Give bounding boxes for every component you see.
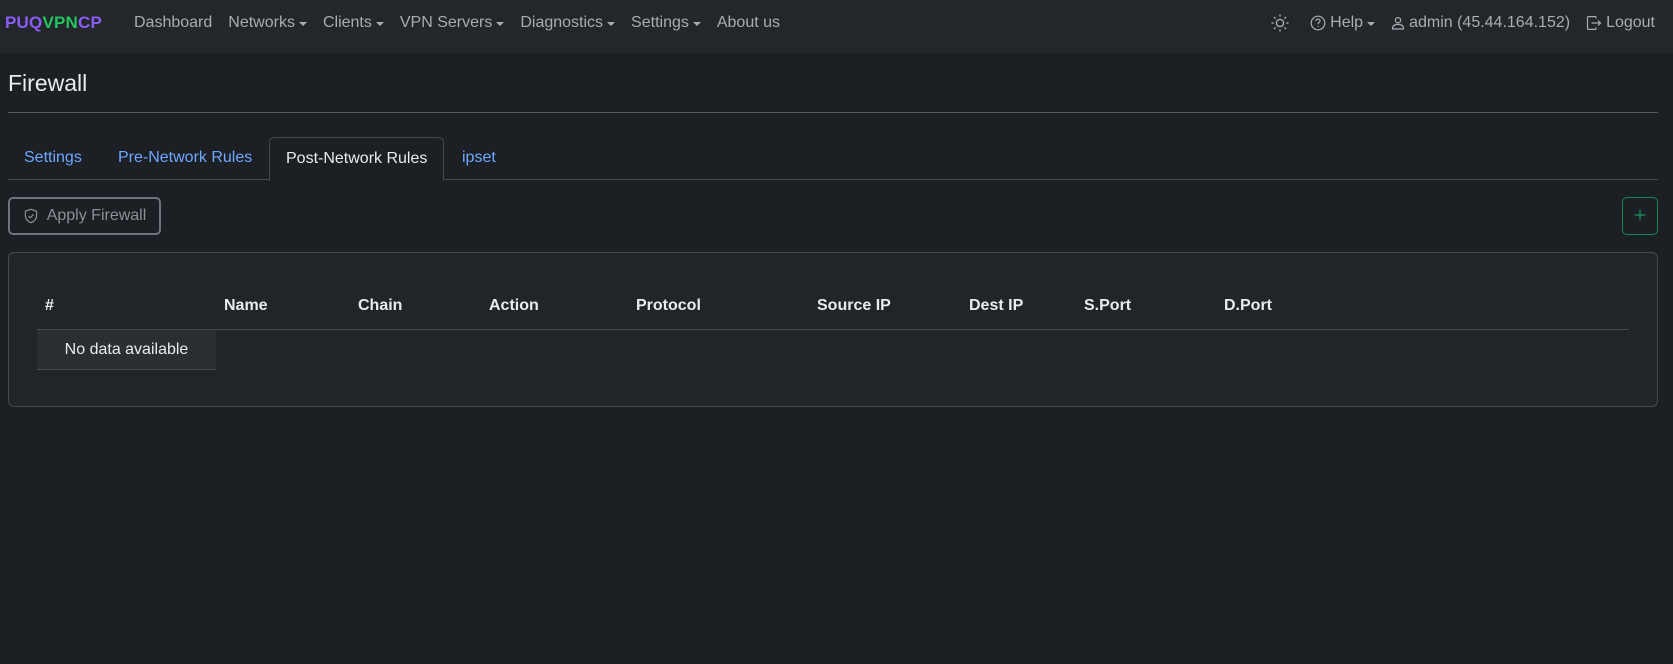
column-header-s-port[interactable]: S.Port [1084,297,1131,315]
caret-down-icon [692,21,701,26]
shield-check-icon [23,208,39,224]
person-icon [1391,16,1405,30]
nav-settings-label: Settings [631,14,689,31]
user-label: admin (45.44.164.152) [1409,14,1571,31]
tab-post-network-rules[interactable]: Post-Network Rules [269,137,445,181]
apply-firewall-button[interactable]: Apply Firewall [8,197,161,235]
rules-table-card: # Name Chain Action Protocol Source IP D… [8,252,1658,407]
top-navbar: PUQVPNCP Dashboard Networks Clients VPN … [0,0,1673,53]
help-label: Help [1330,14,1364,31]
brand-logo[interactable]: PUQVPNCP [5,13,102,33]
column-header-dest-ip[interactable]: Dest IP [969,297,1023,315]
nav-networks-dropdown[interactable]: Networks [228,14,307,32]
caret-down-icon [298,21,307,26]
column-header-d-port[interactable]: D.Port [1224,297,1272,315]
empty-table-message: No data available [37,330,216,370]
nav-clients-label: Clients [322,14,372,31]
box-arrow-right-icon [1586,15,1602,31]
nav-dashboard[interactable]: Dashboard [134,14,212,32]
logout-link[interactable]: Logout [1586,14,1655,32]
sun-icon [1270,13,1290,33]
column-header-protocol[interactable]: Protocol [636,297,701,315]
column-header-name[interactable]: Name [224,297,268,315]
nav-diagnostics-dropdown[interactable]: Diagnostics [520,14,616,32]
tab-pre-network-rules[interactable]: Pre-Network Rules [118,137,252,180]
nav-networks-label: Networks [228,14,295,31]
tab-settings[interactable]: Settings [24,137,82,180]
caret-down-icon [496,21,505,26]
table-header-row: # Name Chain Action Protocol Source IP D… [37,283,1629,330]
column-header-action[interactable]: Action [489,297,539,315]
caret-down-icon [375,21,384,26]
column-header-chain[interactable]: Chain [358,297,402,315]
column-header-number[interactable]: # [45,297,54,315]
page-title: Firewall [8,70,88,96]
help-dropdown[interactable]: Help [1310,14,1376,32]
column-header-source-ip[interactable]: Source IP [817,297,891,315]
apply-firewall-label: Apply Firewall [46,207,147,224]
tab-ipset[interactable]: ipset [462,137,496,180]
user-nav: Help admin (45.44.164.152) Logout [1254,0,1673,46]
user-menu[interactable]: admin (45.44.164.152) [1391,14,1570,32]
title-divider [8,112,1658,113]
brand-part-vpn: VPN [42,13,79,32]
theme-toggle-button[interactable] [1270,13,1294,33]
question-circle-icon [1310,15,1326,31]
nav-about-us[interactable]: About us [717,14,780,32]
logout-label: Logout [1606,14,1655,31]
caret-down-icon [1367,21,1376,26]
caret-down-icon [607,21,616,26]
plus-icon [1633,208,1647,225]
nav-vpn-servers-dropdown[interactable]: VPN Servers [399,14,505,32]
main-nav: Dashboard Networks Clients VPN Servers D… [134,0,796,46]
firewall-tabs: Settings Pre-Network Rules Post-Network … [8,137,1658,181]
brand-part-puq: PUQ [5,13,43,32]
brand-part-cp: CP [78,13,103,32]
nav-diagnostics-label: Diagnostics [520,14,604,31]
nav-clients-dropdown[interactable]: Clients [323,14,384,32]
add-rule-button[interactable] [1622,197,1658,235]
nav-vpn-servers-label: VPN Servers [399,14,493,31]
nav-settings-dropdown[interactable]: Settings [631,14,701,32]
